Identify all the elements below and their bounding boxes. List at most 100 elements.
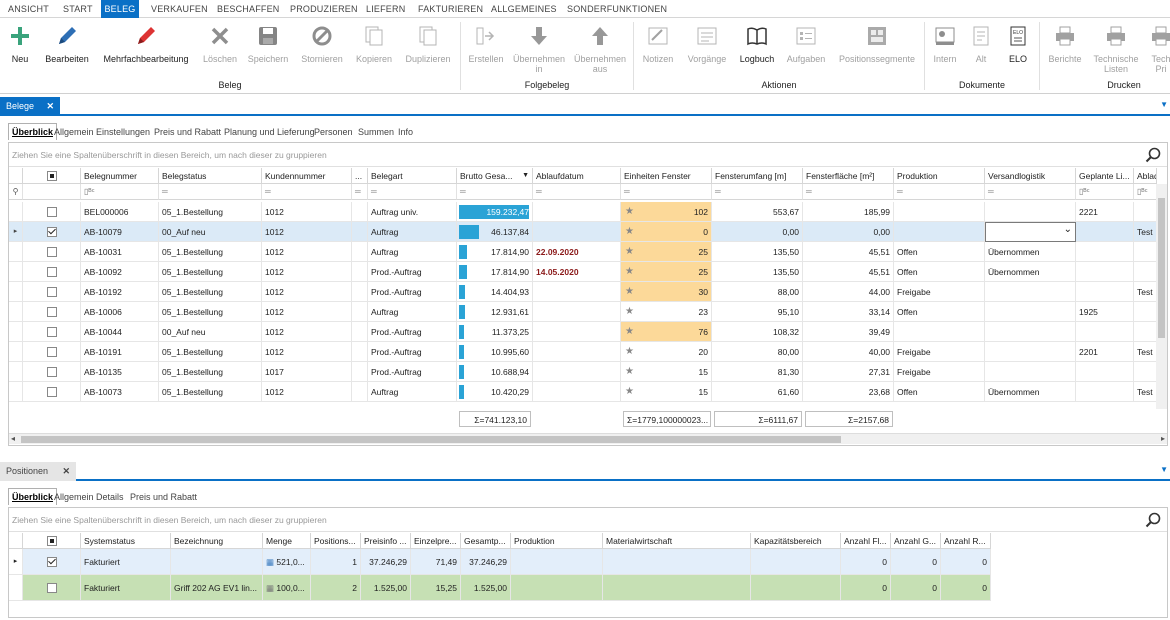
menu-produzieren[interactable]: PRODUZIEREN [290,0,358,18]
row-checkbox[interactable] [46,206,57,217]
col-einzelpreis-header[interactable]: Einzelpre... [411,533,461,549]
col-produktion-header[interactable]: Produktion [511,533,603,549]
processes-button[interactable]: Vorgänge [683,20,731,64]
scroll-right-icon[interactable]: ▸ [1161,434,1165,443]
save-button[interactable]: Speichern [246,20,290,64]
col-ablaufdatum-header[interactable]: Ablaufdatum [533,168,621,184]
col-anzahl-fl-header[interactable]: Anzahl Fl... [841,533,891,549]
select-all-checkbox[interactable] [46,170,57,181]
row-checkbox[interactable] [46,286,57,297]
segments-button[interactable]: Positionssegmente [834,20,920,64]
row-checkbox[interactable] [46,246,57,257]
col-fensterumfang-filter[interactable]: ═ [712,184,803,200]
col-positions-header[interactable]: Positions... [311,533,361,549]
row-checkbox[interactable] [46,366,57,377]
col-belegnummer-header[interactable]: Belegnummer [81,168,159,184]
subtab-summen[interactable]: Summen [358,124,394,140]
col-kundennummer-filter[interactable]: ═ [262,184,352,200]
row-checkbox[interactable] [46,386,57,397]
menu-beleg[interactable]: BELEG [101,0,139,18]
table-row[interactable]: Fakturiert Griff 202 AG EV1 lin... ▦ 100,0… [9,575,991,601]
table-row[interactable]: AB-10006 05_1.Bestellung 1012 Auftrag 12.931… [9,302,1157,322]
subtab-preis-rabatt[interactable]: Preis und Rabatt [154,124,221,140]
col-einheiten-header[interactable]: Einheiten Fenster [621,168,712,184]
menu-allgemeines[interactable]: ALLGEMEINES [491,0,557,18]
dropdown-arrow-icon[interactable]: ▼ [1160,100,1168,109]
col-belegart-filter[interactable]: ═ [368,184,457,200]
elo-button[interactable]: ELO ELO [1002,20,1034,64]
table-row[interactable]: AB-10031 05_1.Bestellung 1012 Auftrag 17.814… [9,242,1157,262]
col-anzahl-r-header[interactable]: Anzahl R... [941,533,991,549]
new-button[interactable]: Neu [4,20,36,64]
col-fensterflaeche-filter[interactable]: ═ [803,184,894,200]
menu-ansicht[interactable]: ANSICHT [8,0,49,18]
row-checkbox-cell[interactable] [23,342,81,362]
col-versandlogistik-filter[interactable]: ═ [985,184,1076,200]
group-drop-area[interactable]: Ziehen Sie eine Spaltenüberschrift in di… [9,143,1167,167]
col-einheiten-filter[interactable]: ═ [621,184,712,200]
close-icon[interactable]: ✕ [62,462,70,481]
col-fensterflaeche-header[interactable]: Fensterfläche [m²] [803,168,894,184]
row-checkbox[interactable] [46,556,57,567]
notes-button[interactable]: Notizen [638,20,678,64]
close-icon[interactable]: ✕ [46,97,54,116]
col-ablades-filter[interactable]: ▯ᴮᶜ [1134,184,1157,200]
belege-tab[interactable]: Belege ✕ [0,97,60,116]
take-from-button[interactable]: Übernehmen aus [571,20,629,74]
subtab-info[interactable]: Info [398,124,413,140]
row-checkbox-cell[interactable] [23,322,81,342]
row-checkbox-cell[interactable] [23,575,81,601]
menu-sonderfunktionen[interactable]: SONDERFUNKTIONEN [567,0,667,18]
table-row[interactable]: AB-10192 05_1.Bestellung 1012 Prod.-Auftrag… [9,282,1157,302]
table-row[interactable]: ▸ AB-10079 00_Auf neu 1012 Auftrag 46.137,84 ★… [9,222,1157,242]
cancel-button[interactable]: Stornieren [296,20,348,64]
create-button[interactable]: Erstellen [465,20,507,64]
subtab-preis-rabatt[interactable]: Preis und Rabatt [130,489,197,505]
col-bezeichnung-header[interactable]: Bezeichnung [171,533,263,549]
chevron-down-icon[interactable]: ⌄ [1064,223,1072,240]
scroll-thumb[interactable] [1158,198,1165,338]
tasks-button[interactable]: Aufgaben [783,20,829,64]
delete-button[interactable]: Löschen [200,20,240,64]
subtab-allgemein[interactable]: Allgemein [54,124,94,140]
technical-print-button[interactable]: Tech Pri [1146,20,1170,74]
menu-fakturieren[interactable]: FAKTURIEREN [418,0,483,18]
table-row[interactable]: AB-10073 05_1.Bestellung 1012 Auftrag 10.420… [9,382,1157,402]
col-belegstatus-header[interactable]: Belegstatus [159,168,262,184]
col-brutto-header[interactable]: Brutto Gesa... ▼ [457,168,533,184]
row-checkbox[interactable] [46,346,57,357]
search-icon[interactable] [1145,512,1161,528]
subtab-personen[interactable]: Personen [314,124,353,140]
col-more-header[interactable]: ... [352,168,368,184]
row-checkbox[interactable] [46,582,57,593]
col-preisinfo-header[interactable]: Preisinfo ... [361,533,411,549]
table-row[interactable]: AB-10044 00_Auf neu 1012 Prod.-Auftrag 11.37… [9,322,1157,342]
col-more-filter[interactable]: ═ [352,184,368,200]
subtab-planung[interactable]: Planung und Lieferung [224,124,315,140]
subtab-ueberblick[interactable]: Überblick [8,123,58,140]
logbook-button[interactable]: Logbuch [735,20,779,64]
row-checkbox-cell[interactable] [23,362,81,382]
row-checkbox[interactable] [46,226,57,237]
dropdown-arrow-icon[interactable]: ▼ [1160,465,1168,474]
search-icon[interactable] [1145,147,1161,163]
subtab-allgemein[interactable]: Allgemein [54,489,94,505]
table-row[interactable]: BEL000006 05_1.Bestellung 1012 Auftrag univ… [9,202,1157,222]
copy-button[interactable]: Kopieren [352,20,396,64]
alt-button[interactable]: Alt [966,20,996,64]
col-systemstatus-header[interactable]: Systemstatus [81,533,171,549]
edit-button[interactable]: Bearbeiten [42,20,92,64]
col-belegnummer-filter[interactable]: ▯ᴮᶜ [81,184,159,200]
select-all-header[interactable] [23,168,81,184]
table-row[interactable]: ▸ Fakturiert ▦ 521,0... 1 37.246,29 71,49 37.2… [9,549,991,575]
subtab-details[interactable]: Details [96,489,124,505]
menu-start[interactable]: START [63,0,93,18]
col-anzahl-g-header[interactable]: Anzahl G... [891,533,941,549]
select-all-checkbox[interactable] [46,535,57,546]
col-ablades-header[interactable]: Ablades [1134,168,1157,184]
multi-edit-button[interactable]: Mehrfachbearbeitung [98,20,194,64]
col-produktion-header[interactable]: Produktion [894,168,985,184]
technical-lists-button[interactable]: Technische Listen [1090,20,1142,74]
col-belegart-header[interactable]: Belegart [368,168,457,184]
reports-button[interactable]: Berichte [1044,20,1086,64]
